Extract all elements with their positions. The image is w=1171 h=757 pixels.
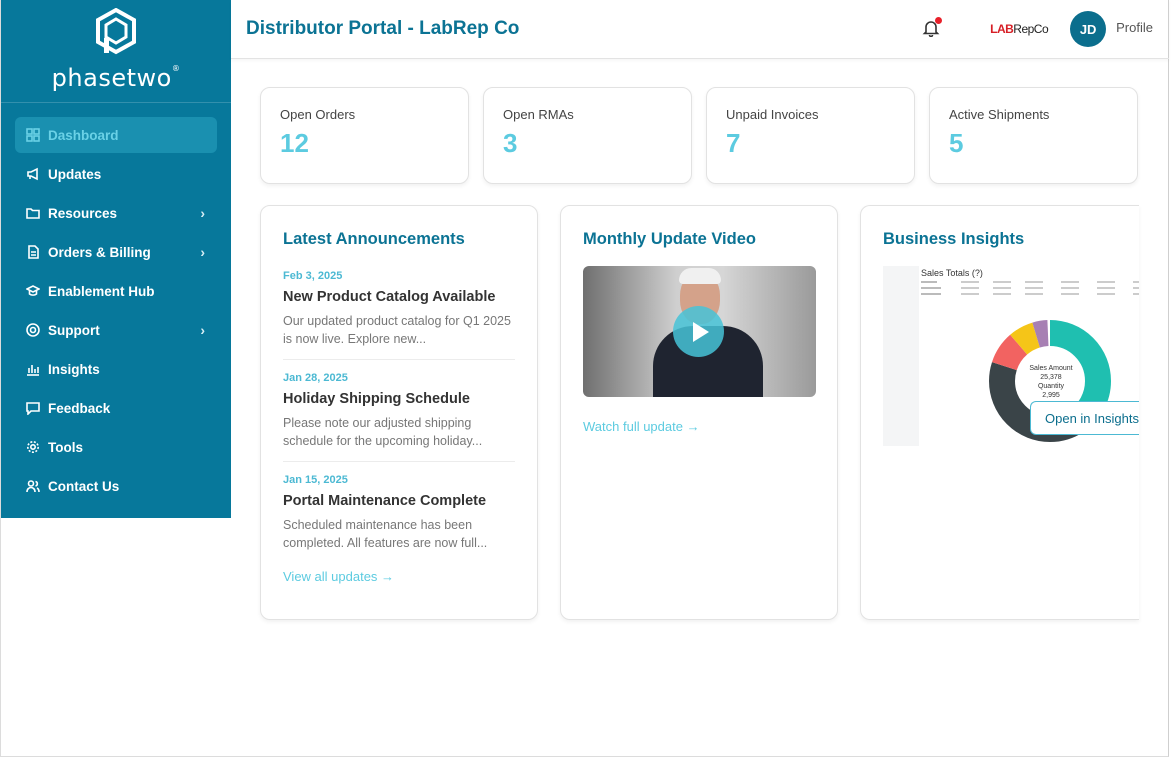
chevron-right-icon: ›	[200, 205, 205, 221]
sidebar-nav: Dashboard Updates Resources › Orders & B…	[1, 103, 231, 504]
sidebar: phasetwo® Dashboard Updates Resources › …	[1, 0, 231, 518]
center-label-quantity: Quantity	[1037, 383, 1065, 390]
announcement-description: Please note our adjusted shipping schedu…	[283, 416, 483, 448]
stat-value: 7	[726, 128, 741, 158]
stat-card-unpaid-invoices[interactable]: Unpaid Invoices 7	[706, 87, 915, 184]
sidebar-item-orders-billing[interactable]: Orders & Billing ›	[15, 234, 217, 270]
profile-link[interactable]: Profile	[1116, 20, 1153, 35]
stat-card-active-shipments[interactable]: Active Shipments 5	[929, 87, 1138, 184]
video-panel: Monthly Update Video Watch full update →	[560, 205, 838, 620]
announcements-title: Latest Announcements	[283, 230, 465, 248]
play-button[interactable]	[673, 306, 724, 357]
brand-name: phasetwo®	[51, 64, 181, 92]
notifications-button[interactable]	[922, 17, 943, 39]
announcement-date: Feb 3, 2025	[283, 270, 343, 282]
users-icon	[26, 479, 40, 493]
gear-icon	[26, 440, 40, 454]
sidebar-item-feedback[interactable]: Feedback	[15, 390, 217, 426]
page-title: Distributor Portal - LabRep Co	[246, 18, 520, 39]
video-title: Monthly Update Video	[583, 230, 756, 248]
chevron-right-icon: ›	[200, 322, 205, 338]
company-logo: LABRepCo	[990, 22, 1049, 36]
folder-icon	[26, 206, 40, 220]
chevron-right-icon: ›	[200, 244, 205, 260]
watch-full-update-link[interactable]: Watch full update →	[583, 419, 815, 434]
view-all-updates-link[interactable]: View all updates →	[283, 569, 515, 584]
sidebar-item-contact-us[interactable]: Contact Us	[15, 468, 217, 504]
announcement-item[interactable]: Feb 3, 2025 New Product Catalog Availabl…	[283, 258, 515, 360]
chart-legend	[921, 281, 1139, 295]
sidebar-item-label: Contact Us	[48, 478, 120, 494]
video-thumbnail[interactable]	[583, 266, 816, 397]
sidebar-item-label: Dashboard	[48, 127, 119, 143]
open-in-insights-button[interactable]: Open in Insights	[1030, 401, 1139, 435]
chart-sidebar-strip	[883, 266, 919, 446]
megaphone-icon	[26, 167, 40, 181]
center-label-sales: Sales Amount	[1029, 365, 1073, 372]
document-icon	[26, 245, 40, 259]
stat-label: Open Orders	[280, 107, 356, 122]
stat-card-open-orders[interactable]: Open Orders 12	[260, 87, 469, 184]
grid-icon	[26, 128, 40, 142]
graduation-cap-icon	[26, 284, 40, 298]
stat-value: 12	[280, 128, 309, 158]
donut-center-summary: Sales Amount 25,378 Quantity 2,995	[1021, 364, 1081, 400]
avatar[interactable]: JD	[1070, 11, 1107, 47]
center-value-quantity: 2,995	[1042, 392, 1060, 399]
insights-title: Business Insights	[883, 230, 1025, 248]
announcement-description: Scheduled maintenance has been completed…	[283, 518, 488, 550]
stat-value: 3	[503, 128, 518, 158]
announcement-description: Our updated product catalog for Q1 2025 …	[283, 314, 511, 346]
sidebar-item-support[interactable]: Support ›	[15, 312, 217, 348]
announcements-panel: Latest Announcements Feb 3, 2025 New Pro…	[260, 205, 538, 620]
announcement-item[interactable]: Jan 15, 2025 Portal Maintenance Complete…	[283, 462, 515, 563]
stat-value: 5	[949, 128, 964, 158]
sidebar-item-insights[interactable]: Insights	[15, 351, 217, 387]
sidebar-item-resources[interactable]: Resources ›	[15, 195, 217, 231]
bar-chart-icon	[26, 362, 40, 376]
insights-panel: Business Insights Sales Totals (?) Sales…	[860, 205, 1139, 620]
phasetwo-logo-icon	[96, 8, 136, 55]
sidebar-item-updates[interactable]: Updates	[15, 156, 217, 192]
center-value-sales: 25,378	[1040, 374, 1062, 381]
stat-label: Unpaid Invoices	[726, 107, 819, 122]
presenter-hair	[679, 268, 721, 284]
sidebar-item-label: Updates	[48, 166, 102, 182]
announcement-date: Jan 15, 2025	[283, 474, 348, 486]
sidebar-item-label: Insights	[48, 361, 100, 377]
chart-title: Sales Totals (?)	[921, 268, 983, 278]
top-header: Distributor Portal - LabRep Co LABRepCo …	[231, 0, 1169, 59]
play-icon	[692, 321, 709, 342]
announcement-item[interactable]: Jan 28, 2025 Holiday Shipping Schedule P…	[283, 360, 515, 462]
stat-label: Active Shipments	[949, 107, 1050, 122]
lifebuoy-icon	[26, 323, 40, 337]
announcement-title: Portal Maintenance Complete	[283, 493, 487, 509]
sidebar-item-dashboard[interactable]: Dashboard	[15, 117, 217, 153]
notification-dot	[935, 17, 943, 24]
announcement-title: New Product Catalog Available	[283, 289, 496, 305]
header-actions: LABRepCo JD Profile	[922, 0, 1169, 58]
announcement-title: Holiday Shipping Schedule	[283, 391, 470, 407]
sidebar-item-label: Feedback	[48, 400, 111, 416]
sidebar-item-tools[interactable]: Tools	[15, 429, 217, 465]
stat-label: Open RMAs	[503, 107, 574, 122]
sidebar-item-label: Tools	[48, 439, 83, 455]
chat-icon	[26, 401, 40, 415]
announcement-date: Jan 28, 2025	[283, 372, 348, 384]
sidebar-item-label: Resources	[48, 205, 118, 221]
sidebar-item-label: Enablement Hub	[48, 283, 155, 299]
stat-card-open-rmas[interactable]: Open RMAs 3	[483, 87, 692, 184]
sidebar-item-enablement-hub[interactable]: Enablement Hub	[15, 273, 217, 309]
sidebar-item-label: Orders & Billing	[48, 244, 151, 260]
logo[interactable]: phasetwo®	[1, 0, 231, 103]
sidebar-item-label: Support	[48, 322, 100, 338]
